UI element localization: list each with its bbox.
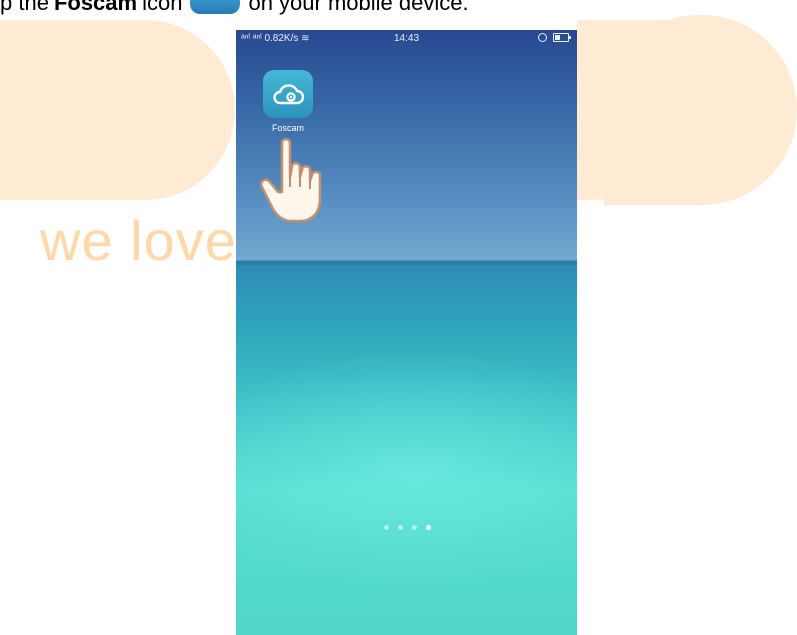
app-label-foscam: Foscam — [271, 123, 304, 133]
page-dot-active[interactable] — [426, 525, 431, 530]
battery-icon — [553, 33, 571, 42]
watermark-shape-left — [0, 20, 235, 200]
status-bar: ᵃⁿˡ ᵃⁿˡ 0.82K/s ≋ 14:43 — [236, 30, 577, 48]
foscam-inline-icon — [190, 0, 241, 14]
status-time: 14:43 — [394, 33, 420, 44]
status-icons — [538, 33, 571, 42]
alarm-icon — [538, 33, 547, 42]
instruction-suffix: on your mobile device. — [248, 0, 469, 15]
instruction-prefix: p the — [0, 0, 49, 15]
phone-screen: ᵃⁿˡ ᵃⁿˡ 0.82K/s ≋ 14:43 Foscam — [236, 30, 577, 635]
page-dot[interactable] — [398, 525, 403, 530]
page-dot[interactable] — [384, 525, 389, 530]
status-network: ᵃⁿˡ ᵃⁿˡ 0.82K/s ≋ — [241, 33, 310, 44]
cloud-eye-icon[interactable] — [263, 70, 313, 118]
instruction-middle: icon — [142, 0, 183, 15]
wallpaper-wave — [236, 350, 577, 590]
instruction-app-name: Foscam — [53, 0, 138, 15]
watermark-shape-right-b — [604, 15, 797, 205]
page-indicator — [384, 525, 431, 530]
tap-hand-icon — [256, 135, 338, 230]
instruction-text: p the Foscam icon on your mobile device. — [0, 0, 469, 18]
page-dot[interactable] — [412, 525, 417, 530]
app-foscam[interactable]: Foscam — [261, 70, 315, 133]
